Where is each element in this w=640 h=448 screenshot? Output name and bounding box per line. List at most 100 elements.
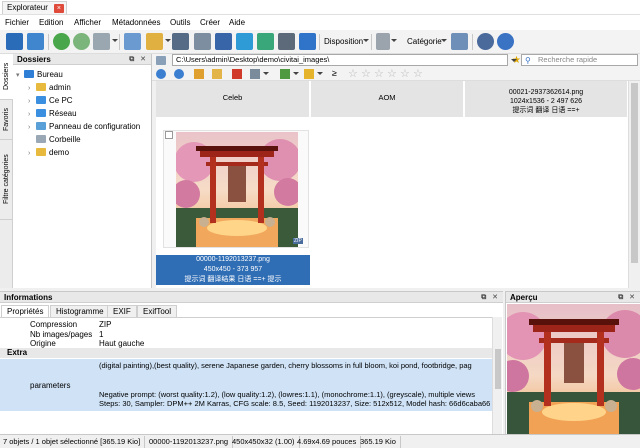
tree-item[interactable]: ▾ Bureau	[16, 68, 63, 81]
extra-section-header[interactable]: Extra	[0, 348, 492, 358]
rating-star-1[interactable]: ☆	[348, 68, 358, 80]
move-to-icon[interactable]	[146, 33, 163, 50]
rating-star-5[interactable]: ☆	[400, 68, 410, 80]
chevron-down-icon[interactable]	[363, 39, 369, 42]
web-icon[interactable]	[299, 33, 316, 50]
chevron-down-icon[interactable]	[293, 72, 299, 75]
quick-search-input[interactable]: Recherche rapide	[521, 54, 638, 66]
settings-gear-icon[interactable]	[477, 33, 494, 50]
panel-float-close-icon[interactable]: ⧉ ✕	[129, 54, 148, 65]
label-filter-icon[interactable]	[304, 69, 314, 79]
new-folder-icon[interactable]	[212, 69, 222, 79]
prop-row-compression[interactable]: Compression ZIP	[0, 320, 492, 330]
tag-filter-icon[interactable]	[280, 69, 290, 79]
sort-icon[interactable]	[376, 33, 390, 50]
print-icon[interactable]	[194, 33, 211, 50]
toolbar-separator	[48, 34, 49, 50]
tree-item[interactable]: › Panneau de configuration	[28, 120, 140, 133]
back-folder-icon[interactable]	[156, 56, 166, 65]
apercu-panel-title: Aperçu	[510, 293, 538, 302]
slideshow-icon[interactable]	[236, 33, 253, 50]
categorie-dropdown[interactable]: Catégorie	[407, 37, 442, 47]
chevron-down-icon[interactable]	[317, 72, 323, 75]
parent-folder-icon[interactable]	[194, 69, 204, 79]
menu-aide[interactable]: Aide	[229, 17, 245, 28]
group-header-celeb[interactable]: Celeb	[156, 81, 310, 117]
tree-item[interactable]: › Réseau	[28, 107, 77, 120]
menu-fichier[interactable]: Fichier	[5, 17, 29, 28]
menu-metadonnees[interactable]: Métadonnées	[112, 17, 160, 28]
folder-icon	[36, 96, 46, 104]
chevron-down-icon[interactable]	[441, 39, 447, 42]
scrollbar-thumb[interactable]	[495, 349, 501, 389]
parameters-row[interactable]: parameters (digital painting),(best qual…	[0, 359, 492, 411]
delete-icon[interactable]	[232, 69, 242, 79]
chevron-down-icon[interactable]	[112, 39, 118, 42]
help-icon[interactable]	[497, 33, 514, 50]
copy-to-icon[interactable]	[124, 33, 141, 50]
group-header-aom[interactable]: AOM	[311, 81, 464, 117]
tree-item[interactable]: › admin	[28, 81, 71, 94]
menu-outils[interactable]: Outils	[170, 17, 190, 28]
rating-star-4[interactable]: ☆	[387, 68, 397, 80]
status-dimensions: 450x450x32 (1.00)	[232, 436, 300, 448]
side-tab-filtre-categories[interactable]: Filtre catégories	[0, 140, 13, 220]
tree-item[interactable]: › demo	[28, 146, 69, 159]
close-tab-icon[interactable]: ×	[53, 4, 64, 13]
tab-proprietes[interactable]: Propriétés	[1, 305, 50, 317]
informations-panel: Informations ⧉ ✕ Propriétés Histogramme …	[0, 291, 503, 435]
menu-creer[interactable]: Créer	[200, 17, 220, 28]
tools-icon[interactable]	[93, 33, 110, 50]
network-icon[interactable]	[451, 33, 468, 50]
side-tab-dossiers[interactable]: Dossiers	[0, 54, 13, 100]
disposition-dropdown[interactable]: Disposition	[324, 37, 363, 47]
thumbnail-card[interactable]: ZIP	[163, 130, 309, 248]
panel-float-close-icon[interactable]: ⧉ ✕	[618, 292, 637, 303]
dossiers-panel-title: Dossiers	[17, 55, 51, 64]
scrollbar-thumb[interactable]	[631, 83, 638, 263]
tree-item[interactable]: Corbeille	[28, 133, 81, 146]
path-history-chevron-icon[interactable]	[511, 59, 517, 62]
gallery-vertical-scrollbar[interactable]	[628, 81, 640, 288]
view-mode-icon[interactable]	[250, 69, 260, 79]
rating-star-2[interactable]: ☆	[361, 68, 371, 80]
window-tab[interactable]: Explorateur ×	[2, 1, 67, 14]
chevron-down-icon[interactable]	[391, 39, 397, 42]
refresh-icon[interactable]	[53, 33, 70, 50]
tab-exiftool[interactable]: ExifTool	[137, 305, 178, 317]
convert-icon[interactable]	[257, 33, 274, 50]
rotate-icon[interactable]	[73, 33, 90, 50]
capture-icon[interactable]	[278, 33, 295, 50]
tree-item-label: admin	[49, 83, 71, 92]
rating-star-6[interactable]: ☆	[413, 68, 423, 80]
chevron-right-icon[interactable]: ›	[28, 147, 36, 160]
search-icon: ⚲	[525, 56, 531, 65]
nav-forward-icon[interactable]	[174, 69, 184, 79]
chevron-down-icon[interactable]	[165, 39, 171, 42]
rating-star-3[interactable]: ☆	[374, 68, 384, 80]
nav-back-icon[interactable]	[156, 69, 166, 79]
chevron-down-icon[interactable]	[263, 72, 269, 75]
torii-garden-preview	[507, 304, 640, 434]
thumbnail-checkbox[interactable]	[165, 131, 173, 139]
info-vertical-scrollbar[interactable]	[492, 317, 502, 435]
path-input[interactable]: C:\Users\admin\Desktop\demo\civitai_imag…	[172, 54, 508, 66]
menu-edition[interactable]: Edition	[39, 17, 63, 28]
thumbnail-file-name: 00000-1192013237.png	[156, 255, 310, 265]
tree-item[interactable]: › Ce PC	[28, 94, 73, 107]
chevron-down-icon[interactable]: ▾	[16, 69, 24, 82]
open-folder-icon[interactable]	[6, 33, 23, 50]
rating-compare-operator[interactable]: ≥	[332, 68, 337, 79]
binoculars-icon[interactable]	[172, 33, 189, 50]
panel-float-close-icon[interactable]: ⧉ ✕	[481, 292, 500, 303]
filter-bar: ≥ ☆ ☆ ☆ ☆ ☆ ☆	[152, 67, 640, 81]
side-tab-favoris[interactable]: Favoris	[0, 100, 13, 140]
toolbar-separator	[472, 34, 473, 50]
group-header-unnamed[interactable]: 00021-2937362614.png 1024x1536 - 2 497 6…	[465, 81, 628, 117]
menu-afficher[interactable]: Afficher	[74, 17, 101, 28]
tab-histogramme[interactable]: Histogramme	[50, 305, 110, 317]
folder-icon	[36, 83, 46, 91]
tab-exif[interactable]: EXIF	[107, 305, 137, 317]
thumbnails-view-icon[interactable]	[27, 33, 44, 50]
scanner-icon[interactable]	[215, 33, 232, 50]
